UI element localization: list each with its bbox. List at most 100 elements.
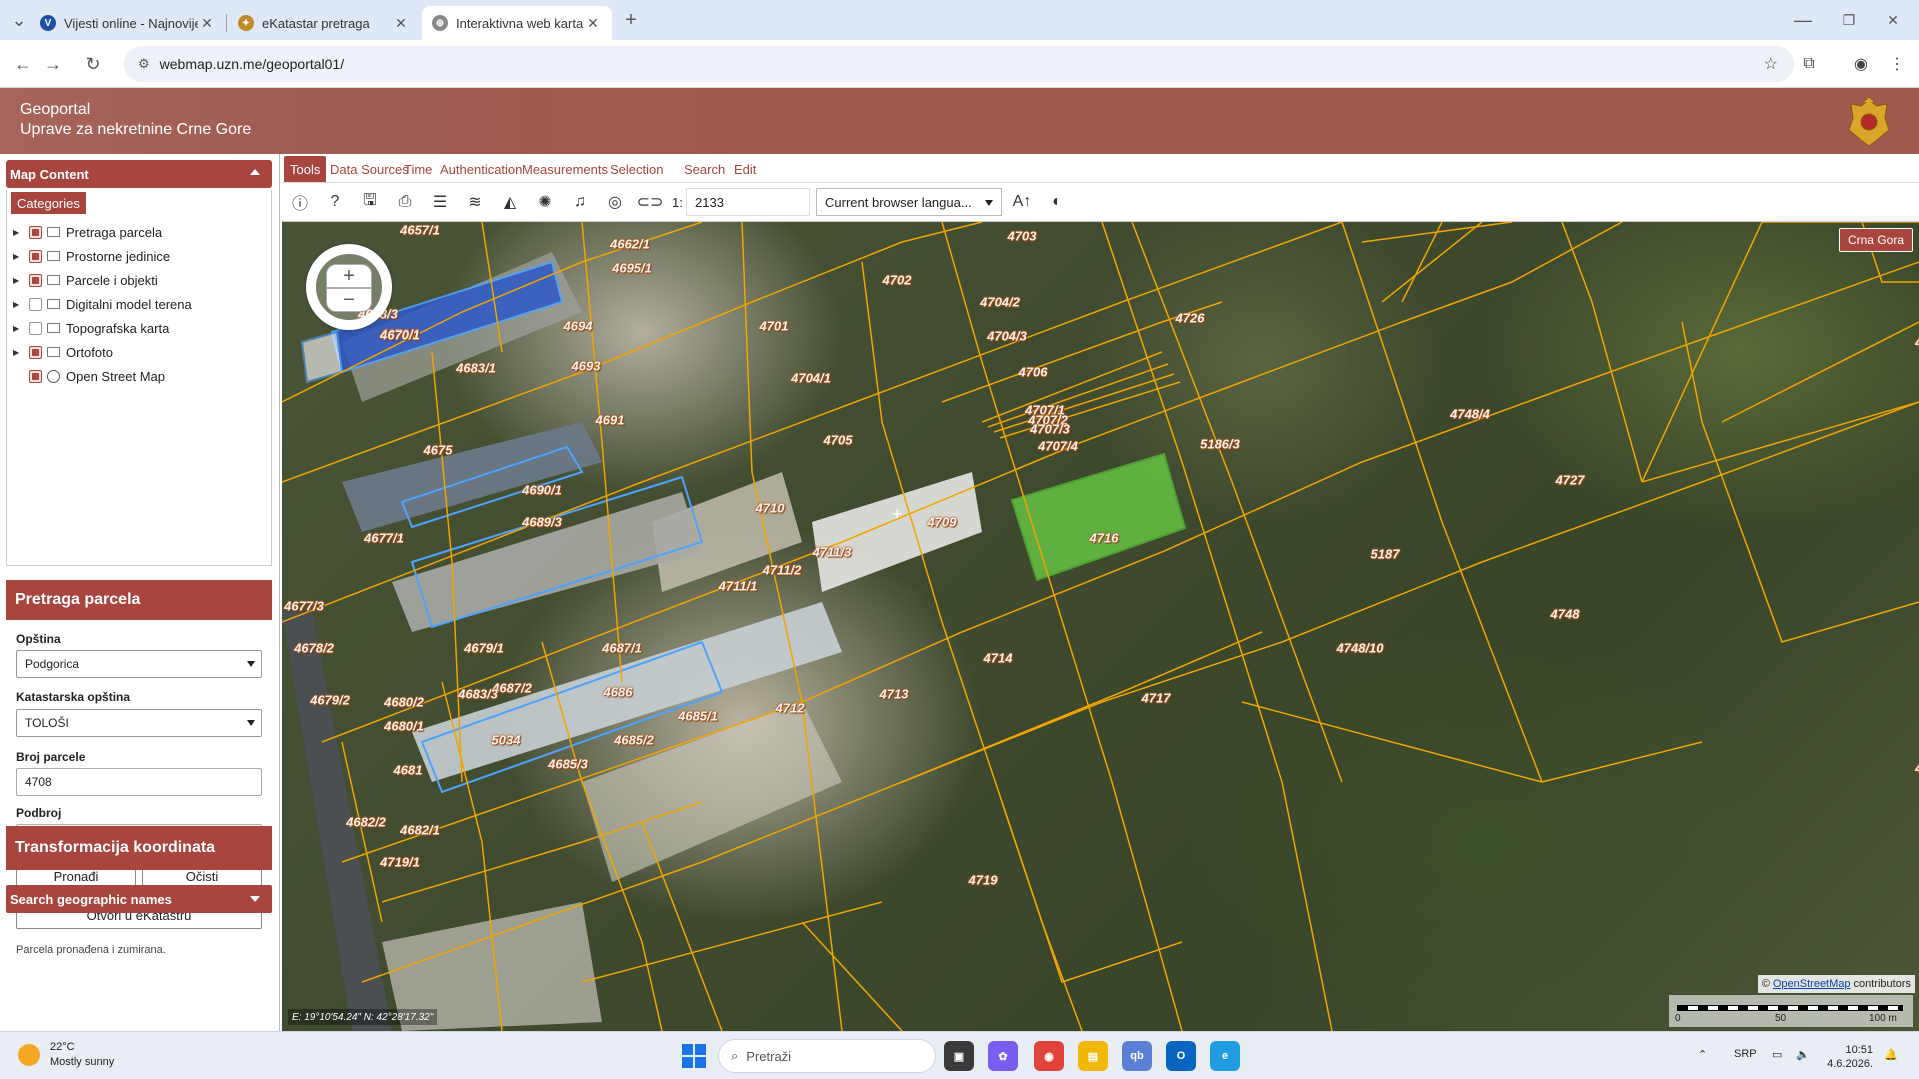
bookmark-star-icon[interactable]: ☆ bbox=[1764, 54, 1778, 74]
close-icon[interactable]: ✕ bbox=[392, 15, 410, 32]
scale-bar-graphic bbox=[1677, 1005, 1903, 1011]
locate-icon[interactable]: ◎ bbox=[603, 190, 627, 214]
windows-start-icon[interactable] bbox=[682, 1044, 706, 1068]
font-size-icon[interactable]: A↑ bbox=[1010, 190, 1034, 214]
network-icon[interactable]: ▭ bbox=[1772, 1048, 1782, 1061]
osm-link[interactable]: OpenStreetMap bbox=[1773, 978, 1851, 990]
minimize-icon[interactable]: — bbox=[1790, 7, 1816, 33]
zoom-out-button[interactable]: − bbox=[326, 288, 372, 312]
contrast-icon[interactable]: ◐ bbox=[1045, 190, 1069, 214]
scale-input[interactable]: 2133 bbox=[686, 188, 810, 216]
chrome-icon[interactable]: ◉ bbox=[1034, 1041, 1064, 1071]
site-settings-icon[interactable]: ⚙ bbox=[138, 56, 150, 72]
tab-list-chevron-icon[interactable]: ⌄ bbox=[6, 7, 32, 33]
language-select[interactable]: Current browser langua... bbox=[816, 188, 1002, 216]
help-icon[interactable]: ? bbox=[323, 190, 347, 214]
parcel-label: 4702 bbox=[882, 272, 912, 288]
menu-time[interactable]: Time bbox=[398, 156, 438, 182]
menu-measurements[interactable]: Measurements bbox=[516, 156, 614, 182]
link-icon[interactable]: ⊂⊃ bbox=[637, 190, 664, 214]
bell-icon[interactable]: ♫ bbox=[568, 190, 592, 214]
info-icon[interactable]: ⓘ bbox=[288, 190, 312, 214]
menu-search[interactable]: Search bbox=[678, 156, 731, 182]
layer-checkbox[interactable] bbox=[29, 249, 42, 263]
layer-item[interactable]: ▶ Digitalni model terena bbox=[13, 294, 192, 314]
menu-edit[interactable]: Edit bbox=[728, 156, 762, 182]
new-tab-plus-icon[interactable]: + bbox=[618, 7, 644, 33]
layer-item[interactable]: Open Street Map bbox=[13, 366, 165, 386]
expand-arrow-icon[interactable]: ▶ bbox=[13, 228, 23, 237]
crna-gora-button[interactable]: Crna Gora bbox=[1838, 228, 1913, 252]
katastarska-opstina-select[interactable]: TOLOŠI bbox=[16, 709, 262, 737]
layer-checkbox[interactable] bbox=[29, 321, 42, 335]
notifications-icon[interactable]: 🔔 bbox=[1884, 1048, 1898, 1061]
layer-item[interactable]: ▶ Parcele i objekti bbox=[13, 270, 158, 290]
tray-chevron-icon[interactable]: ⌃ bbox=[1698, 1048, 1707, 1061]
layer-checkbox[interactable] bbox=[29, 273, 42, 287]
expand-arrow-icon[interactable]: ▶ bbox=[13, 276, 23, 285]
expand-arrow-icon[interactable]: ▶ bbox=[13, 300, 23, 309]
close-icon[interactable]: ✕ bbox=[584, 15, 602, 32]
restore-icon[interactable]: ❐ bbox=[1836, 7, 1862, 33]
parcel-label: 4685/3 bbox=[548, 756, 588, 772]
task-view-icon[interactable]: ▣ bbox=[944, 1041, 974, 1071]
menu-selection[interactable]: Selection bbox=[604, 156, 669, 182]
qbittorrent-icon[interactable]: qb bbox=[1122, 1041, 1152, 1071]
url-field[interactable]: ⚙ webmap.uzn.me/geoportal01/ ☆ bbox=[124, 46, 1794, 82]
layer-checkbox[interactable] bbox=[29, 369, 42, 383]
satellite-icon[interactable]: ✺ bbox=[533, 190, 557, 214]
expand-arrow-icon[interactable]: ▶ bbox=[13, 252, 23, 261]
layer-checkbox[interactable] bbox=[29, 225, 42, 239]
map-content-header[interactable]: Map Content bbox=[6, 160, 272, 188]
broj-parcele-input[interactable]: 4708 bbox=[16, 768, 262, 796]
layer-item[interactable]: ▶ Ortofoto bbox=[13, 342, 113, 362]
tab-ekatastar[interactable]: ✦ eKatastar pretraga ✕ bbox=[228, 6, 420, 40]
tab-categories[interactable]: Categories bbox=[11, 192, 86, 214]
profile-icon[interactable]: ◉ bbox=[1848, 51, 1874, 77]
layers-icon[interactable]: ≋ bbox=[463, 190, 487, 214]
legend-icon[interactable]: ☰ bbox=[428, 190, 452, 214]
parcel-label: 4693 bbox=[571, 358, 601, 374]
swipe-icon[interactable]: ◭ bbox=[498, 190, 522, 214]
layer-item[interactable]: ▶ Prostorne jedinice bbox=[13, 246, 170, 266]
copilot-icon[interactable]: ✿ bbox=[988, 1041, 1018, 1071]
map-canvas[interactable]: 4657/1 4662/1 4695/1 4703 4702 4704/2 4726 4668… bbox=[282, 222, 1919, 1031]
window-close-icon[interactable]: ✕ bbox=[1880, 7, 1906, 33]
expand-triangle-icon[interactable] bbox=[250, 896, 260, 902]
menu-authentication[interactable]: Authentication bbox=[434, 156, 528, 182]
expand-arrow-icon[interactable]: ▶ bbox=[13, 324, 23, 333]
layer-checkbox[interactable] bbox=[29, 297, 42, 311]
forward-arrow-icon[interactable]: → bbox=[40, 51, 66, 77]
collapse-triangle-icon[interactable] bbox=[250, 169, 260, 175]
back-arrow-icon[interactable]: ← bbox=[10, 51, 36, 77]
layer-item[interactable]: ▶ Topografska karta bbox=[13, 318, 169, 338]
coordinates-readout: E: 19°10'54.24" N: 42°28'17.32" bbox=[288, 1009, 438, 1025]
reload-icon[interactable]: ↻ bbox=[80, 51, 106, 77]
layer-checkbox[interactable] bbox=[29, 345, 42, 359]
parcel-label: 4748/4 bbox=[1450, 406, 1490, 422]
opstina-select[interactable]: Podgorica bbox=[16, 650, 262, 678]
browser-menu-icon[interactable]: ⋮ bbox=[1884, 51, 1910, 77]
extensions-icon[interactable]: ⧉ bbox=[1796, 51, 1822, 77]
menu-tools[interactable]: Tools bbox=[284, 156, 327, 182]
outlook-icon[interactable]: O bbox=[1166, 1041, 1196, 1071]
layer-item[interactable]: ▶ Pretraga parcela bbox=[13, 222, 162, 242]
search-geonames-header[interactable]: Search geographic names bbox=[6, 885, 272, 913]
clock[interactable]: 10:51 4.6.2026. bbox=[1827, 1043, 1873, 1071]
print-icon[interactable]: ⎙ bbox=[393, 190, 417, 214]
language-indicator[interactable]: SRP bbox=[1734, 1048, 1757, 1060]
close-icon[interactable]: ✕ bbox=[198, 15, 216, 32]
expand-arrow-icon[interactable]: ▶ bbox=[13, 348, 23, 357]
volume-icon[interactable]: 🔈 bbox=[1796, 1048, 1810, 1061]
taskbar-search[interactable]: ⌕ Pretraži bbox=[718, 1039, 936, 1073]
save-icon[interactable]: 🖫 bbox=[358, 190, 382, 214]
parcel-label: 4670/1 bbox=[380, 327, 420, 343]
transform-coords-header[interactable]: Transformacija koordinata bbox=[6, 826, 272, 870]
tab-interaktivna-karta[interactable]: ⊕ Interaktivna web karta ✕ bbox=[422, 6, 612, 40]
zoom-in-button[interactable]: + bbox=[326, 264, 372, 288]
pan-zoom-control[interactable]: + − bbox=[306, 244, 392, 330]
tab-vijesti[interactable]: V Vijesti online - Najnovije iz Crne ✕ bbox=[30, 6, 226, 40]
file-explorer-icon[interactable]: ▤ bbox=[1078, 1041, 1108, 1071]
edge-icon[interactable]: e bbox=[1210, 1041, 1240, 1071]
weather-widget[interactable]: 22°C Mostly sunny bbox=[18, 1040, 114, 1070]
